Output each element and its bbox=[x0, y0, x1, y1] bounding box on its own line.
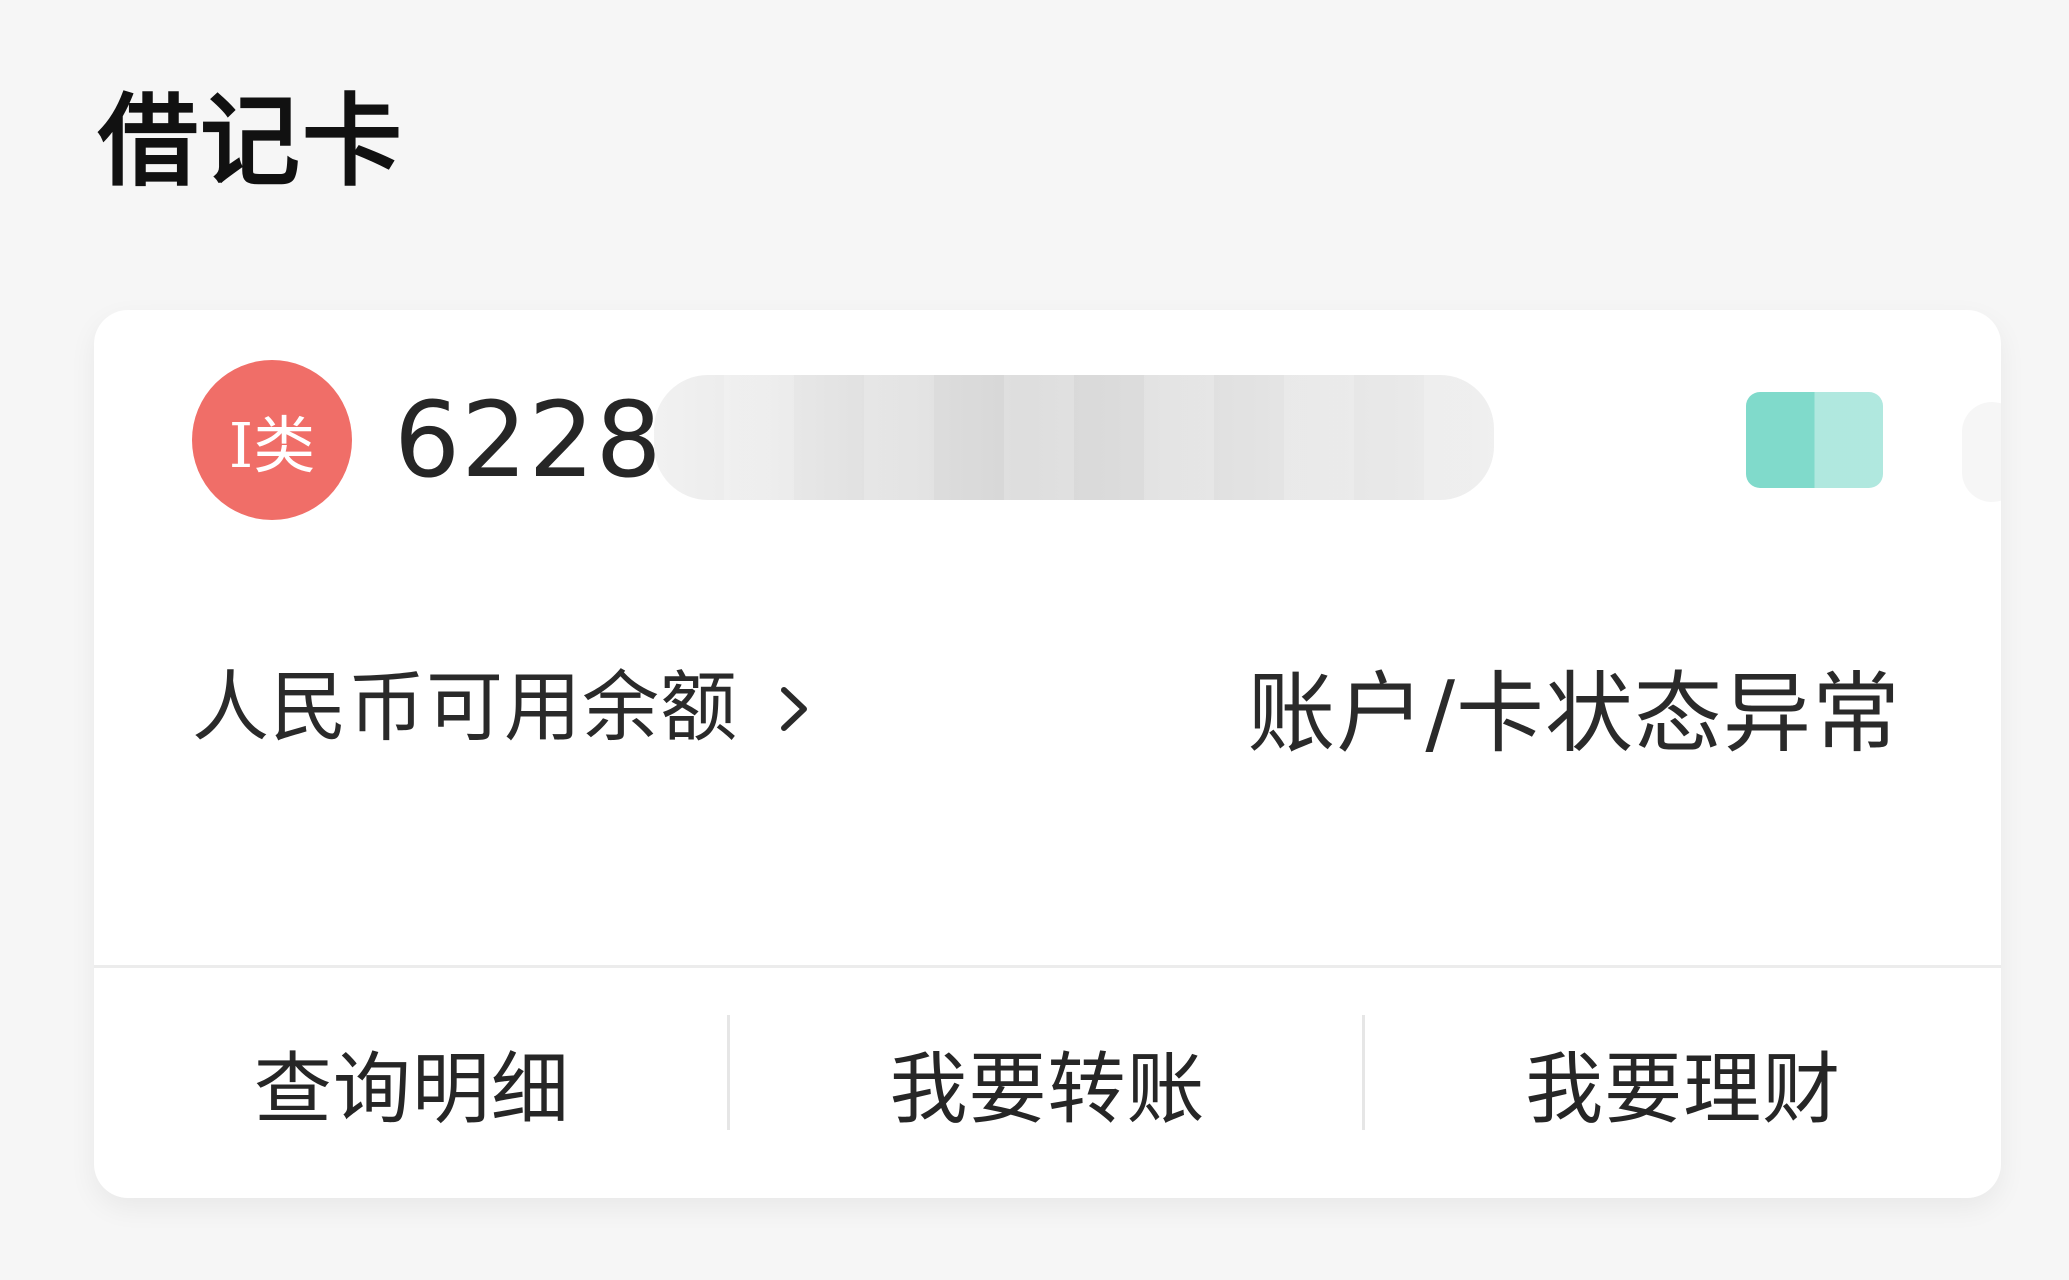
status-redaction-teal bbox=[1746, 392, 1883, 488]
card-actions: 查询明细 我要转账 我要理财 bbox=[94, 968, 2001, 1198]
status-redaction-edge bbox=[1962, 402, 2001, 502]
section-title: 借记卡 bbox=[98, 83, 404, 200]
wealth-management-label: 我要理财 bbox=[1525, 1045, 1842, 1135]
query-details-label: 查询明细 bbox=[253, 1045, 570, 1135]
card-number-redaction bbox=[654, 375, 1494, 500]
wealth-management-button[interactable]: 我要理财 bbox=[1365, 968, 2001, 1198]
transfer-button[interactable]: 我要转账 bbox=[730, 968, 1366, 1198]
query-details-button[interactable]: 查询明细 bbox=[94, 968, 730, 1198]
debit-card: I类 6228 人民币可用余额 账户/卡状态异常 查询明细 我要转账 我要理财 bbox=[94, 310, 2001, 1198]
balance-row[interactable]: 人民币可用余额 bbox=[192, 670, 824, 747]
card-number-prefix: 6228 bbox=[394, 379, 663, 501]
transfer-label: 我要转账 bbox=[889, 1045, 1206, 1135]
chevron-right-icon bbox=[766, 680, 824, 738]
card-type-badge: I类 bbox=[192, 360, 352, 520]
card-summary-area[interactable]: I类 6228 人民币可用余额 账户/卡状态异常 bbox=[94, 310, 2001, 965]
account-status-text: 账户/卡状态异常 bbox=[1247, 662, 1901, 765]
balance-label: 人民币可用余额 bbox=[192, 664, 738, 753]
